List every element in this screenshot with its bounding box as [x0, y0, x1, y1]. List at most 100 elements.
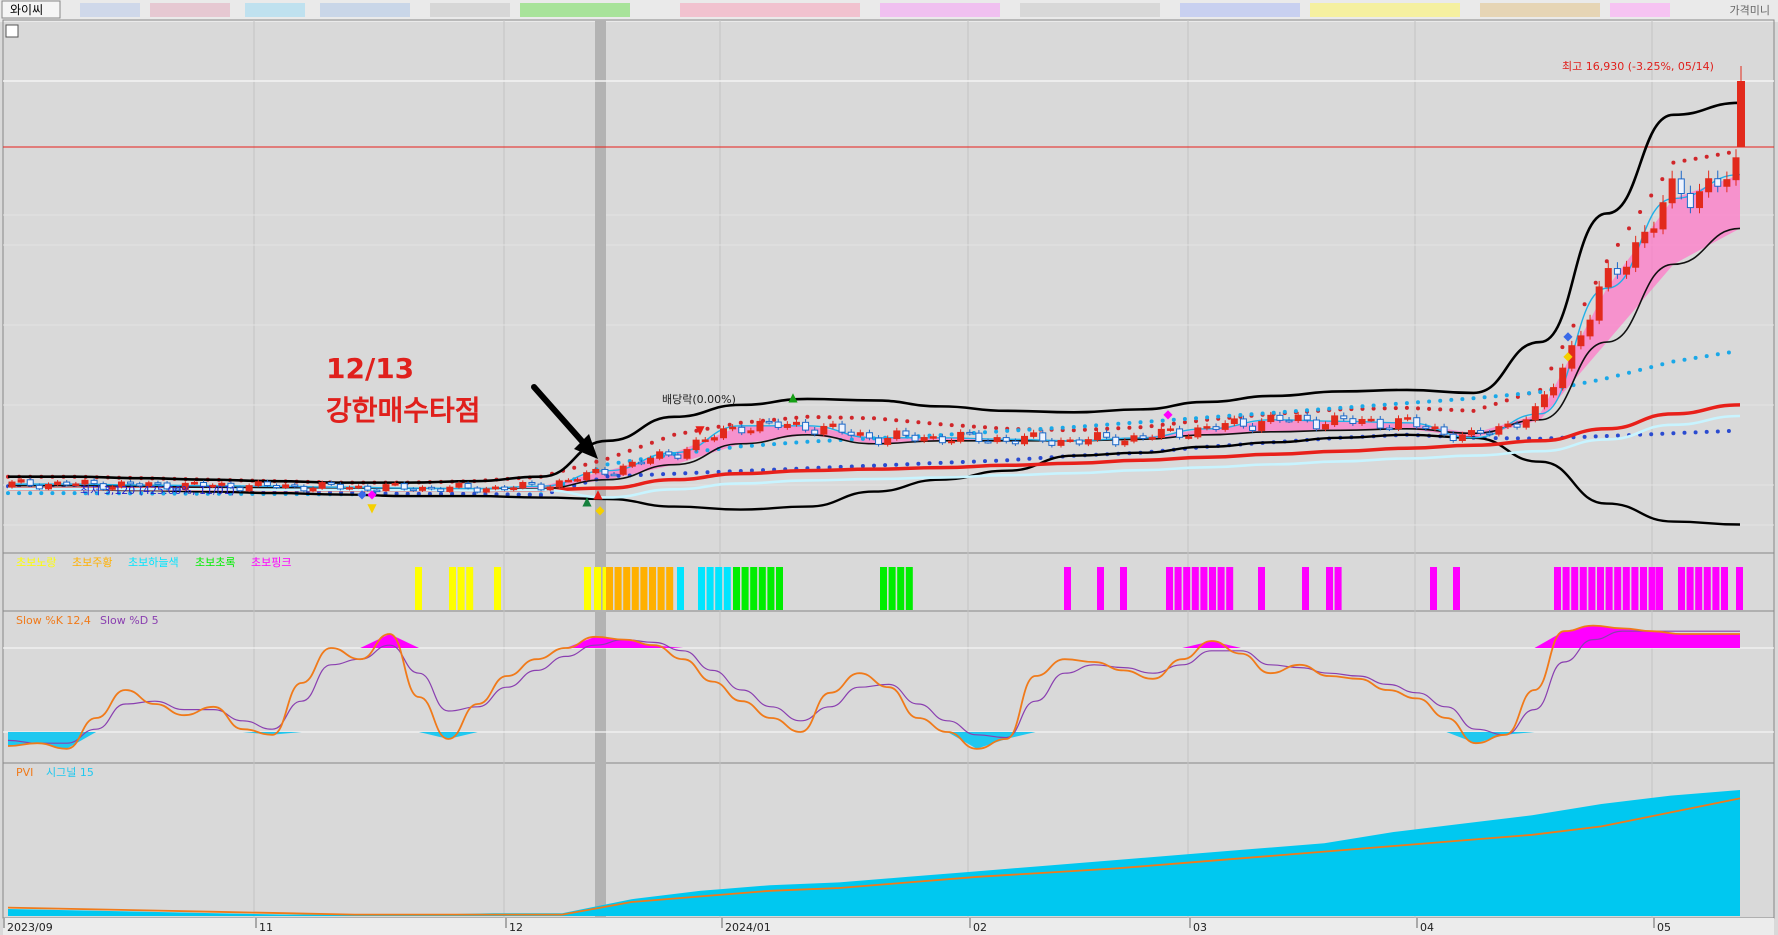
blue-dot-average — [1094, 423, 1099, 428]
up-candle — [1404, 417, 1412, 420]
blue-dot-average — [1627, 370, 1631, 375]
blue-dot-average — [1249, 412, 1254, 417]
x-tick-label: 05 — [1657, 921, 1671, 934]
navy-dot-average — [894, 462, 899, 467]
blue-dot-average — [705, 448, 710, 453]
up-candle — [1230, 418, 1238, 425]
down-candle — [838, 423, 846, 433]
down-candle — [1714, 178, 1722, 187]
blue-dot-average — [1382, 402, 1387, 407]
down-candle — [1477, 430, 1485, 434]
grid-icon[interactable] — [5, 24, 19, 38]
down-candle — [1513, 423, 1521, 428]
signal-marker: ▼ — [695, 423, 705, 437]
up-candle — [856, 432, 864, 436]
blue-dot-average — [28, 491, 33, 496]
up-candle — [710, 437, 718, 441]
down-candle — [528, 481, 536, 485]
navy-dot-average — [1715, 429, 1720, 434]
down-candle — [738, 426, 746, 434]
stock-chart[interactable]: 와이씨 가격미니 ▲▲◆◆◆▼▼▲◆◆◆ 최고 16,930 (-3.25%, … — [0, 0, 1778, 935]
signal-marker: ◆ — [1563, 349, 1573, 363]
blue-dot-average — [1704, 354, 1709, 359]
red-dot-average — [1138, 425, 1143, 430]
navy-dot-average — [649, 472, 654, 477]
blue-dot-average — [749, 443, 754, 448]
signal-bar — [733, 567, 740, 610]
red-dot-average — [672, 432, 677, 437]
blue-dot-average — [727, 445, 732, 450]
red-dot-average — [583, 462, 588, 467]
navy-dot-average — [916, 461, 921, 466]
navy-dot-average — [1515, 436, 1520, 441]
navy-dot-average — [605, 474, 610, 479]
up-candle — [1185, 436, 1193, 439]
red-dot-average — [994, 426, 999, 431]
signal-legend-item: 초보핑크 — [251, 556, 291, 569]
blue-dot-average — [616, 460, 621, 465]
down-candle — [1276, 414, 1284, 421]
blue-dot-average — [772, 442, 777, 447]
up-candle — [993, 437, 1001, 443]
navy-dot-average — [1593, 434, 1598, 439]
up-candle — [254, 481, 262, 487]
blue-dot-average — [827, 438, 832, 443]
blue-dot-average — [1060, 425, 1065, 430]
blue-dot-average — [1726, 350, 1731, 355]
blue-dot-average — [61, 491, 66, 496]
down-candle — [273, 485, 281, 489]
blue-dot-average — [1149, 419, 1154, 424]
blue-dot-average — [1460, 397, 1465, 402]
down-candle — [400, 483, 408, 490]
signal-bar — [1695, 567, 1703, 610]
signal-legend-item: 초보노랑 — [16, 556, 56, 569]
signal-marker: ◆ — [357, 487, 367, 501]
blue-dot-average — [1260, 411, 1265, 416]
up-candle — [1258, 421, 1266, 431]
red-dot-average — [783, 416, 788, 421]
red-dot-average — [1149, 424, 1154, 429]
blue-dot-average — [1438, 398, 1443, 403]
red-dot-average — [949, 423, 954, 428]
navy-dot-average — [672, 471, 677, 476]
signal-bar — [1302, 567, 1309, 610]
red-dot-average — [705, 426, 710, 431]
red-dot-average — [1404, 405, 1409, 410]
down-candle — [1686, 193, 1694, 209]
up-candle — [1157, 428, 1165, 439]
up-candle — [957, 431, 965, 442]
red-dot-average — [749, 419, 754, 424]
signal-bar — [1588, 567, 1596, 610]
blue-dot-average — [1016, 428, 1021, 433]
up-candle — [683, 449, 691, 459]
pvi-legend: PVI — [16, 766, 33, 779]
down-candle — [674, 454, 682, 459]
signal-bar — [1554, 567, 1561, 610]
down-candle — [601, 468, 609, 475]
blue-dot-average — [1349, 405, 1354, 410]
up-candle — [656, 451, 664, 459]
down-candle — [938, 436, 946, 444]
down-candle — [1340, 415, 1348, 420]
up-candle — [729, 426, 737, 430]
red-dot-average — [1116, 426, 1121, 431]
blue-dot-average — [1638, 367, 1643, 372]
up-candle — [1632, 242, 1640, 268]
blue-dot-average — [1360, 404, 1365, 409]
signal-bar — [880, 567, 887, 610]
signal-bar — [1430, 567, 1437, 610]
signal-bar — [1226, 567, 1234, 610]
red-dot-average — [649, 440, 654, 445]
red-dot-average — [883, 417, 888, 422]
down-candle — [1103, 432, 1111, 438]
down-candle — [327, 482, 335, 485]
up-candle — [1084, 439, 1092, 445]
up-candle — [309, 487, 317, 492]
down-candle — [501, 486, 509, 491]
blue-dot-average — [1449, 397, 1454, 402]
up-candle — [574, 479, 582, 482]
red-dot-average — [849, 415, 854, 420]
blue-dot-average — [949, 432, 954, 437]
up-candle — [1504, 423, 1512, 428]
signal-marker: ◆ — [595, 503, 605, 517]
